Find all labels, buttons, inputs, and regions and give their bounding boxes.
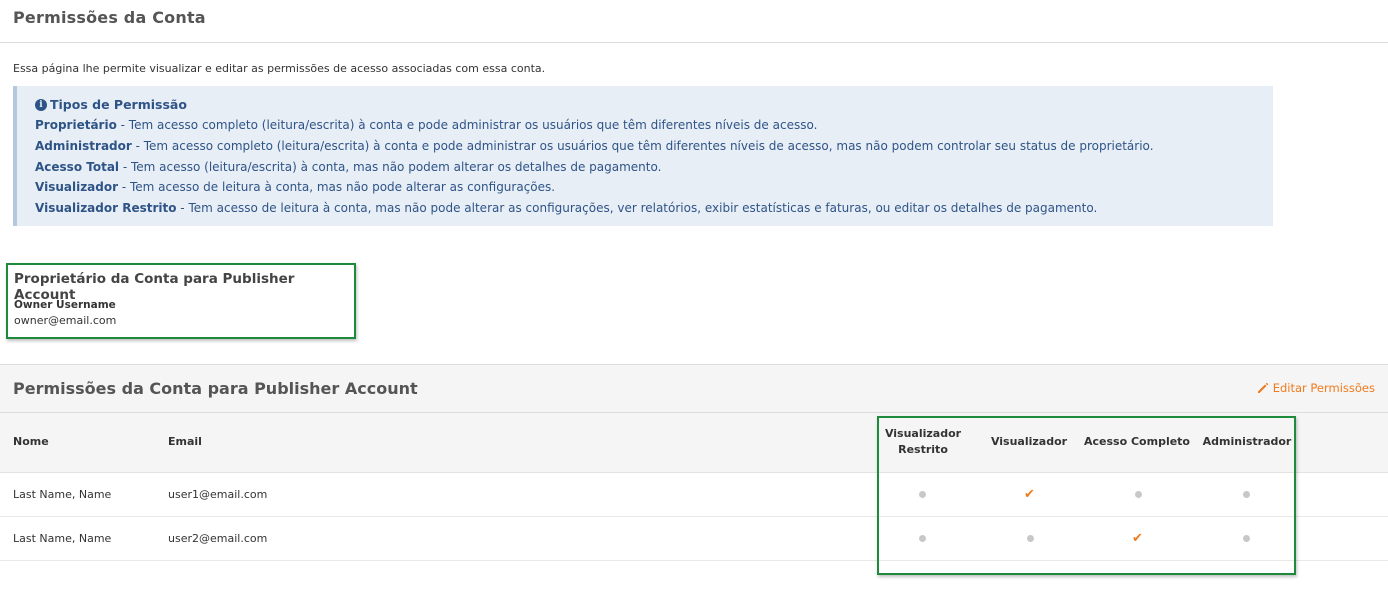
info-item-name: Visualizador Restrito: [35, 201, 177, 216]
info-title-text: Tipos de Permissão: [50, 97, 187, 112]
permission-dot-viewer: [1027, 535, 1034, 542]
permission-dot-admin: [1243, 535, 1250, 542]
column-header-restricted-viewer: Visualizador Restrito: [884, 427, 962, 456]
column-header-viewer: Visualizador: [990, 435, 1068, 448]
edit-permissions-link[interactable]: Editar Permissões: [1257, 381, 1375, 395]
permissions-header: Permissões da Conta para Publisher Accou…: [0, 364, 1388, 413]
info-item-desc: - Tem acesso (leitura/escrita) à conta, …: [119, 159, 662, 174]
info-item-full: Acesso Total - Tem acesso (leitura/escri…: [35, 157, 1273, 178]
permission-dot-restricted: [919, 535, 926, 542]
owner-username-value: owner@email.com: [14, 314, 117, 327]
user-name: Last Name, Name: [13, 532, 112, 545]
owner-panel-title: Proprietário da Conta para Publisher Acc…: [14, 271, 295, 303]
check-icon: ✔: [1024, 487, 1035, 502]
check-icon: ✔: [1132, 531, 1143, 546]
info-item-name: Acesso Total: [35, 159, 120, 174]
pencil-icon: [1257, 382, 1268, 393]
column-header-name: Nome: [13, 435, 49, 448]
info-item-desc: - Tem acesso completo (leitura/escrita) …: [131, 138, 1154, 153]
info-item-desc: - Tem acesso de leitura à conta, mas não…: [176, 201, 1098, 216]
page-header: Permissões da Conta: [0, 0, 1388, 43]
intro-text: Essa página lhe permite visualizar e edi…: [13, 62, 546, 75]
table-row: Last Name, Name user2@email.com ✔: [0, 517, 1388, 561]
info-circle-icon: i: [35, 98, 47, 111]
info-item-admin: Administrador - Tem acesso completo (lei…: [35, 136, 1273, 157]
column-header-full-access: Acesso Completo: [1084, 435, 1190, 448]
info-item-name: Proprietário: [35, 118, 117, 132]
info-item-owner: Proprietário - Tem acesso completo (leit…: [35, 115, 1273, 136]
permission-dot-full: [1135, 491, 1142, 498]
info-title: i Tipos de Permissão: [35, 94, 1273, 115]
table-row: Last Name, Name user1@email.com ✔: [0, 473, 1388, 517]
permission-dot-restricted: [919, 491, 926, 498]
info-item-name: Administrador: [35, 138, 132, 153]
info-item-desc: - Tem acesso completo (leitura/escrita) …: [116, 118, 818, 132]
user-email: user1@email.com: [168, 488, 268, 501]
column-header-email: Email: [168, 435, 202, 448]
owner-username-label: Owner Username: [14, 299, 116, 311]
column-header-administrator: Administrador: [1202, 435, 1292, 448]
permission-types-info-box: i Tipos de Permissão Proprietário - Tem …: [13, 86, 1273, 226]
info-item-restricted: Visualizador Restrito - Tem acesso de le…: [35, 198, 1273, 219]
permissions-table-header: Nome Email Visualizador Restrito Visuali…: [0, 413, 1388, 473]
user-email: user2@email.com: [168, 532, 268, 545]
info-item-name: Visualizador: [35, 180, 119, 195]
edit-permissions-label: Editar Permissões: [1272, 381, 1375, 395]
page-title: Permissões da Conta: [13, 8, 206, 27]
permission-dot-admin: [1243, 491, 1250, 498]
info-item-desc: - Tem acesso de leitura à conta, mas não…: [118, 180, 556, 195]
permissions-title: Permissões da Conta para Publisher Accou…: [13, 379, 418, 398]
account-owner-panel: Proprietário da Conta para Publisher Acc…: [6, 263, 356, 339]
info-item-viewer: Visualizador - Tem acesso de leitura à c…: [35, 177, 1273, 198]
user-name: Last Name, Name: [13, 488, 112, 501]
